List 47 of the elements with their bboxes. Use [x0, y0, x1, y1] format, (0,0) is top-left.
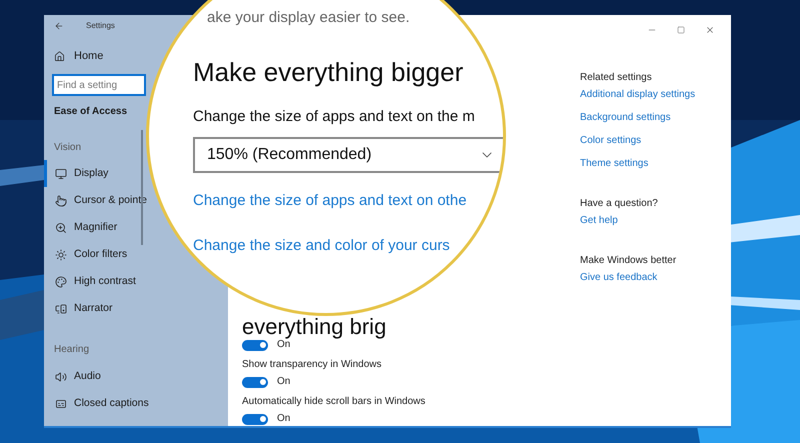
toggle-state: On [277, 414, 290, 424]
nav-item[interactable]: Narrator [44, 295, 113, 322]
back-icon[interactable] [54, 21, 64, 31]
nav-item[interactable]: Closed captions [44, 390, 149, 417]
group-heading: Hearing [54, 343, 90, 356]
setting-label: Show transparency in Windows [242, 358, 383, 372]
nav-item[interactable]: Display [44, 160, 108, 187]
search-field[interactable]: Find a setting [52, 74, 146, 96]
monitor-icon [55, 168, 67, 180]
related-heading: Have a question? [580, 197, 659, 211]
related-heading: Related settings [580, 71, 653, 85]
sun-icon [55, 248, 67, 260]
nav-item[interactable]: High contrast [44, 268, 136, 295]
setting-label: Change the size of apps and text on the m [193, 107, 476, 127]
settings-link[interactable]: Background settings [580, 111, 696, 125]
speaker-icon [55, 370, 67, 382]
maximize-icon[interactable] [677, 26, 685, 34]
settings-link[interactable]: Theme settings [580, 157, 696, 171]
nav-item[interactable]: Color filters [44, 241, 128, 268]
palette-icon [55, 276, 67, 288]
toggle-switch[interactable] [242, 414, 268, 424]
settings-link[interactable]: Change the size and color of your curs [193, 236, 503, 256]
scale-dropdown[interactable]: 150% (Recommended) [193, 137, 503, 173]
toggle-switch[interactable] [242, 376, 268, 388]
toggle-switch[interactable] [242, 340, 268, 350]
settings-link[interactable]: Color settings [580, 134, 696, 148]
nav-item[interactable]: Audio [44, 363, 101, 390]
page-subtitle: ake your display easier to see. [207, 9, 411, 27]
section-heading: Make everything bigger [193, 57, 464, 87]
setting-label: Automatically hide scroll bars in Windows [242, 395, 426, 409]
close-icon[interactable] [705, 24, 715, 34]
home-link[interactable]: Home [54, 47, 104, 65]
window-title: Settings [86, 20, 115, 32]
settings-link[interactable]: Give us feedback [580, 271, 696, 285]
section-heading: everything brig [242, 316, 388, 338]
toggle-state: On [277, 340, 290, 350]
captions-icon [55, 398, 67, 410]
monitor-speaker-icon [55, 302, 67, 314]
toggle-state: On [277, 377, 290, 387]
nav-item[interactable]: Magnifier [44, 214, 118, 241]
settings-link[interactable]: Additional display settings [580, 88, 696, 102]
settings-link[interactable]: Get help [580, 214, 696, 228]
home-icon [54, 50, 65, 62]
settings-link[interactable]: Change the size of apps and text on othe [193, 191, 503, 211]
zoom-in-icon [55, 222, 67, 234]
related-heading: Make Windows better [580, 254, 678, 268]
pointer-icon [55, 194, 67, 206]
